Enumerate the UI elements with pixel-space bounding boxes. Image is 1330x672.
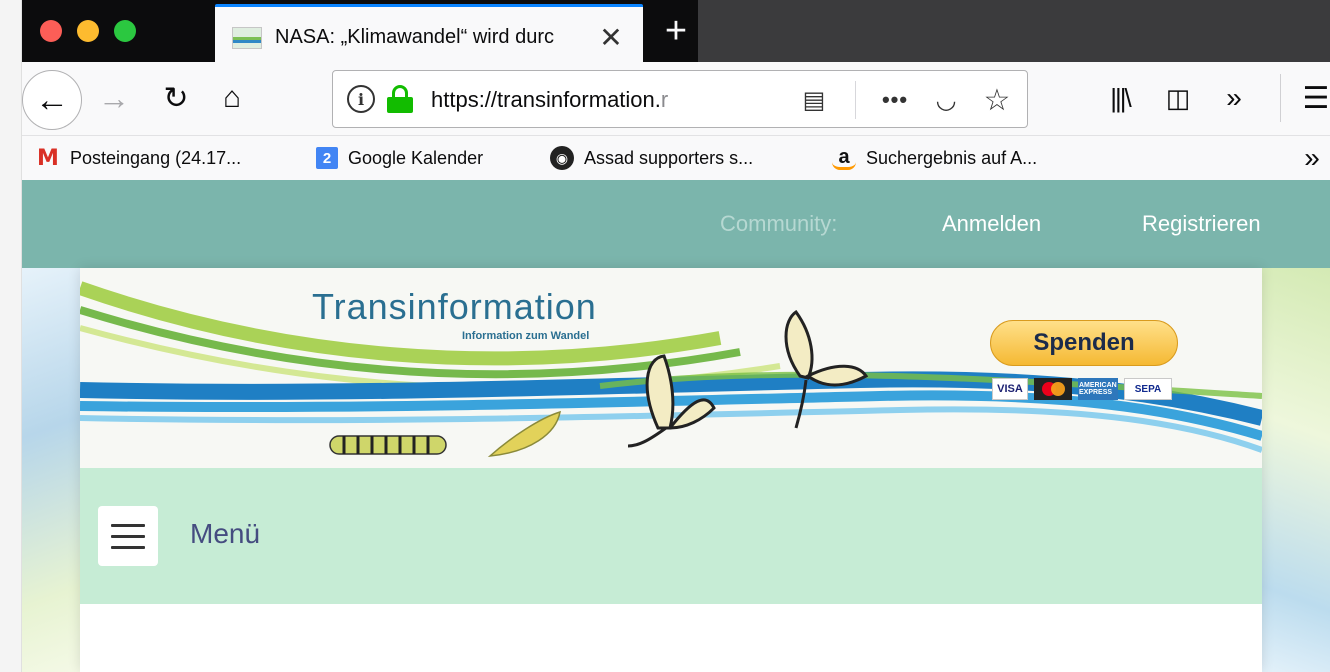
community-label: Community: (720, 211, 838, 236)
sidebar-icon[interactable]: ◫ (1156, 76, 1200, 120)
bookmark-label: Posteingang (24.17... (70, 147, 242, 168)
hamburger-menu-icon[interactable]: ☰ (1294, 76, 1330, 120)
back-arrow-icon[interactable]: ← (22, 70, 82, 130)
site-info-icon[interactable]: i (347, 85, 375, 113)
bookmarks-toolbar: M Posteingang (24.17... 2 Google Kalende… (22, 136, 1330, 180)
bookmark-gmail[interactable]: M Posteingang (24.17... (36, 144, 241, 172)
amazon-icon: a (832, 146, 856, 170)
background-decoration-left (22, 268, 80, 672)
tab-active[interactable]: NASA: „Klimawandel“ wird durc ✕ (215, 4, 643, 62)
toolbar-separator (1280, 74, 1281, 122)
sepa-logo-icon: SEPA (1124, 378, 1172, 400)
caterpillar-illustration (329, 435, 447, 455)
url-host-faded: r (660, 87, 669, 112)
tab-bar-empty-area (698, 0, 1330, 62)
site-logo-title: Transinformation (312, 286, 597, 327)
menu-toggle-icon[interactable] (98, 506, 158, 566)
community-bar: Community: Anmelden Registrieren (22, 180, 1330, 268)
close-window-button[interactable] (40, 20, 62, 42)
navigation-toolbar: ← → ↻ ⌂ i https://transinformation.r ▤ •… (22, 62, 1330, 136)
bookmark-label: Suchergebnis auf A... (866, 147, 1038, 168)
secure-lock-icon[interactable] (387, 85, 413, 113)
bookmark-label: Google Kalender (348, 147, 484, 168)
site-banner[interactable]: Transinformation Information zum Wandel … (80, 268, 1262, 468)
forward-arrow-icon[interactable]: → (92, 76, 136, 120)
url-separator (855, 81, 856, 119)
library-icon[interactable]: |||\ (1098, 76, 1142, 120)
payment-methods: VISA AMERICAN EXPRESS SEPA (992, 378, 1172, 400)
minimize-window-button[interactable] (77, 20, 99, 42)
site-favicon-icon (232, 27, 262, 49)
bookmark-assad-supporters[interactable]: ◉ Assad supporters s... (550, 144, 753, 172)
menu-bar: Menü (80, 468, 1262, 604)
reader-view-icon[interactable]: ▤ (799, 84, 829, 116)
url-text[interactable]: https://transinformation.r (431, 85, 761, 115)
pocket-icon[interactable]: ◡ (927, 81, 965, 119)
maximize-window-button[interactable] (114, 20, 136, 42)
page-viewport: Community: Anmelden Registrieren Transin… (22, 180, 1330, 672)
bookmark-star-icon[interactable]: ☆ (977, 81, 1017, 119)
reload-icon[interactable]: ↻ (154, 76, 198, 120)
background-decoration-right (1262, 268, 1330, 672)
assad-site-icon: ◉ (550, 146, 574, 170)
visa-logo-icon: VISA (992, 378, 1028, 400)
page-actions-icon[interactable]: ••• (873, 81, 917, 119)
address-bar[interactable]: i https://transinformation.r ▤ ••• ◡ ☆ (332, 70, 1028, 128)
toolbar-overflow-icon[interactable]: » (1212, 76, 1256, 120)
home-icon[interactable]: ⌂ (210, 76, 254, 120)
register-link[interactable]: Registrieren (1142, 211, 1261, 237)
amex-logo-icon: AMERICAN EXPRESS (1078, 378, 1118, 400)
bookmarks-overflow-icon[interactable]: » (1294, 142, 1330, 173)
close-tab-icon[interactable]: ✕ (593, 19, 629, 55)
mastercard-logo-icon (1034, 378, 1072, 400)
bookmark-label: Assad supporters s... (584, 147, 754, 168)
site-container: Transinformation Information zum Wandel … (80, 268, 1262, 672)
login-link[interactable]: Anmelden (942, 211, 1041, 237)
bookmark-amazon[interactable]: a Suchergebnis auf A... (832, 144, 1037, 172)
google-calendar-icon: 2 (316, 147, 338, 169)
window-left-edge (0, 0, 22, 672)
menu-label[interactable]: Menü (190, 518, 260, 550)
banner-artwork (80, 281, 1262, 457)
bookmark-google-calendar[interactable]: 2 Google Kalender (316, 144, 483, 172)
browser-window: NASA: „Klimawandel“ wird durc ✕ + ← → ↻ … (22, 0, 1330, 672)
tab-bar: NASA: „Klimawandel“ wird durc ✕ + (22, 0, 1330, 62)
tab-title: NASA: „Klimawandel“ wird durc (275, 26, 554, 48)
site-logo-tagline: Information zum Wandel (462, 330, 590, 342)
gmail-icon: M (37, 145, 59, 171)
new-tab-button[interactable]: + (654, 6, 698, 56)
url-host: https://transinformation. (431, 87, 661, 112)
donate-button[interactable]: Spenden (990, 320, 1178, 366)
